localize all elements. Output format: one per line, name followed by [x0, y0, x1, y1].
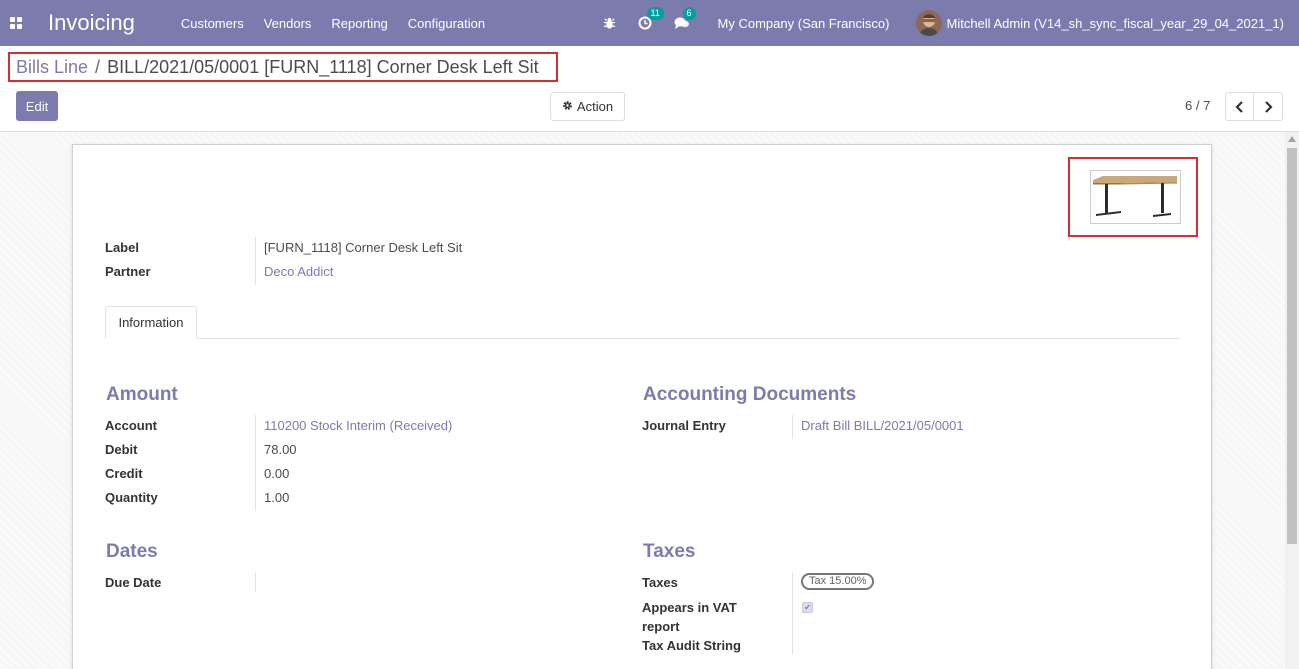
dates-section-title: Dates — [106, 541, 158, 562]
vat-report-label-line2: report — [642, 619, 680, 634]
accounting-documents-title: Accounting Documents — [643, 384, 857, 405]
vat-report-label-line1: Appears in VAT — [642, 600, 737, 615]
top-navbar: Invoicing Customers Vendors Reporting Co… — [0, 0, 1299, 46]
desk-image-icon — [1093, 176, 1177, 217]
control-panel: Bills Line / BILL/2021/05/0001 [FURN_111… — [0, 46, 1299, 132]
user-avatar[interactable] — [915, 10, 942, 36]
edit-button[interactable]: Edit — [16, 91, 58, 121]
user-menu[interactable]: Mitchell Admin (V14_sh_sync_fiscal_year_… — [947, 16, 1285, 31]
amount-section-title: Amount — [106, 384, 178, 405]
tab-information[interactable]: Information — [105, 306, 197, 339]
debug-bug-icon[interactable] — [603, 17, 616, 30]
tax-tag-badge: Tax 15.00% — [801, 573, 875, 590]
label-field-value: [FURN_1118] Corner Desk Left Sit — [264, 240, 463, 255]
menu-vendors[interactable]: Vendors — [264, 16, 312, 31]
menu-customers[interactable]: Customers — [181, 16, 244, 31]
scroll-up-arrow-icon[interactable] — [1285, 132, 1299, 146]
form-view-content: Label [FURN_1118] Corner Desk Left Sit P… — [0, 132, 1285, 669]
credit-field-value: 0.00 — [264, 466, 290, 481]
breadcrumb-current: BILL/2021/05/0001 [FURN_1118] Corner Des… — [107, 56, 539, 77]
account-field-label: Account — [105, 418, 157, 433]
journal-entry-label: Journal Entry — [642, 418, 726, 433]
activity-clock-icon[interactable]: 11 — [638, 7, 664, 30]
field-divider — [255, 572, 256, 592]
quantity-field-value: 1.00 — [264, 490, 290, 505]
field-divider — [792, 415, 793, 439]
menu-configuration[interactable]: Configuration — [408, 16, 485, 31]
account-field-link[interactable]: 110200 Stock Interim (Received) — [264, 418, 452, 433]
debit-field-label: Debit — [105, 442, 138, 457]
taxes-field-label: Taxes — [642, 575, 678, 590]
field-divider — [792, 572, 793, 654]
vat-report-checkbox: ✔ — [802, 602, 813, 613]
due-date-label: Due Date — [105, 575, 162, 590]
pager-value[interactable]: 6 / 7 — [1185, 98, 1210, 113]
menu-reporting[interactable]: Reporting — [331, 16, 387, 31]
breadcrumb-bills-line[interactable]: Bills Line — [16, 57, 88, 78]
partner-field-link[interactable]: Deco Addict — [264, 264, 333, 279]
field-divider — [255, 237, 256, 285]
breadcrumb-separator: / — [95, 56, 101, 77]
company-switcher[interactable]: My Company (San Francisco) — [718, 16, 890, 31]
vertical-scrollbar[interactable] — [1285, 132, 1299, 669]
action-button[interactable]: Action — [550, 92, 625, 121]
pager-next-button[interactable] — [1254, 92, 1283, 121]
tax-audit-string-label: Tax Audit String — [642, 638, 741, 653]
activity-badge: 11 — [646, 7, 664, 20]
breadcrumb: Bills Line / BILL/2021/05/0001 [FURN_111… — [8, 52, 558, 82]
messages-chat-icon[interactable]: 6 — [674, 7, 696, 30]
tab-underline — [105, 338, 1180, 339]
journal-entry-link[interactable]: Draft Bill BILL/2021/05/0001 — [801, 418, 964, 433]
apps-menu-icon[interactable] — [0, 0, 32, 46]
label-field-label: Label — [105, 240, 139, 255]
product-image-highlight — [1068, 157, 1198, 237]
partner-field-label: Partner — [105, 264, 151, 279]
product-image[interactable] — [1090, 170, 1181, 224]
chevron-left-icon — [1234, 100, 1243, 113]
field-divider — [255, 415, 256, 511]
taxes-section-title: Taxes — [643, 541, 696, 562]
debit-field-value: 78.00 — [264, 442, 297, 457]
scrollbar-thumb[interactable] — [1287, 148, 1297, 544]
chevron-right-icon — [1265, 100, 1273, 113]
app-title[interactable]: Invoicing — [48, 10, 135, 36]
quantity-field-label: Quantity — [105, 490, 158, 505]
form-sheet: Label [FURN_1118] Corner Desk Left Sit P… — [72, 144, 1212, 669]
pager-previous-button[interactable] — [1225, 92, 1254, 121]
credit-field-label: Credit — [105, 466, 143, 481]
messages-badge: 6 — [682, 7, 696, 20]
gear-icon — [562, 100, 573, 114]
action-label: Action — [576, 99, 614, 114]
